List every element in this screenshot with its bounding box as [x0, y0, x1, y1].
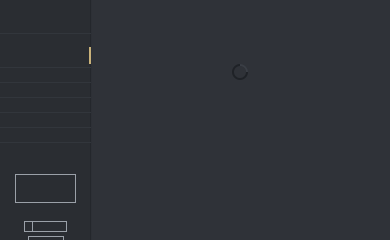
- side-panel-row[interactable]: [0, 0, 91, 34]
- side-panel-rows: [0, 0, 91, 143]
- side-panel-row[interactable]: [0, 113, 91, 128]
- preview-thumbnail[interactable]: [15, 174, 76, 203]
- layer-control-secondary[interactable]: [28, 236, 64, 240]
- side-panel-row[interactable]: [0, 98, 91, 113]
- side-panel-row[interactable]: [0, 83, 91, 98]
- layer-control[interactable]: [24, 221, 67, 232]
- app-window: [0, 0, 390, 240]
- side-panel-row[interactable]: [0, 34, 91, 68]
- side-panel: [0, 0, 91, 240]
- panel-resize-handle[interactable]: [89, 47, 91, 64]
- main-canvas: [92, 0, 390, 240]
- side-panel-row[interactable]: [0, 128, 91, 143]
- side-panel-row[interactable]: [0, 68, 91, 83]
- loading-spinner-icon: [232, 64, 248, 80]
- layer-control-divider: [32, 222, 33, 231]
